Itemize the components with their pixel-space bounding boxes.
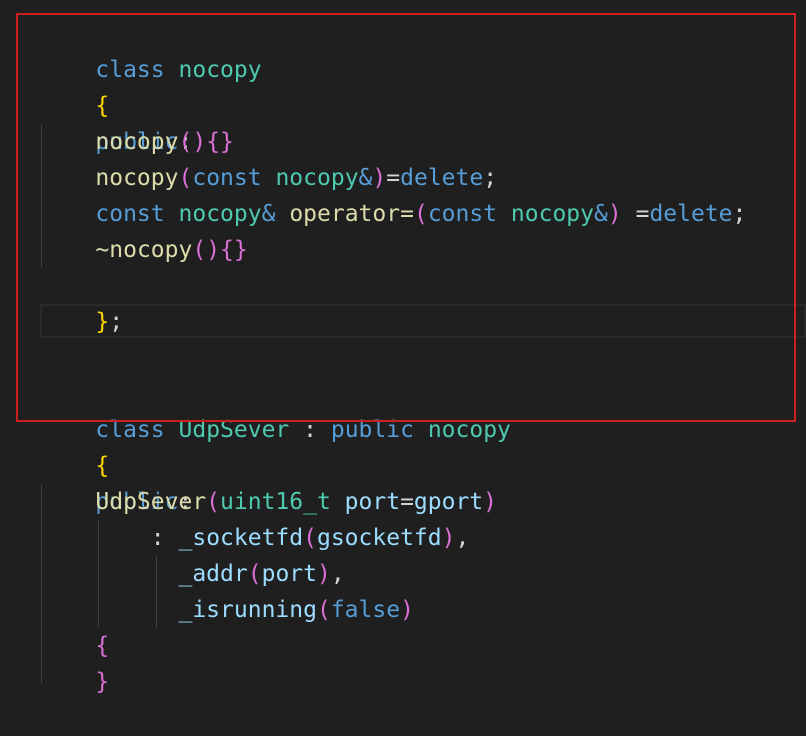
brace: }: [95, 669, 110, 695]
colon: :: [150, 525, 165, 551]
class-name: nocopy: [178, 57, 262, 83]
paren-close: ): [400, 597, 414, 623]
keyword-delete: delete: [400, 165, 484, 191]
code-line[interactable]: nocopy(){}: [40, 124, 234, 160]
braces: {}: [220, 237, 248, 263]
code-line[interactable]: const nocopy& operator=(const nocopy&) =…: [40, 196, 746, 232]
code-editor[interactable]: class nocopy { public: nocopy(){} nocopy…: [0, 0, 806, 695]
argument: false: [330, 597, 401, 623]
code-line[interactable]: UdpSever(uint16_t port=gport): [40, 484, 497, 520]
code-line[interactable]: {: [40, 628, 109, 664]
code-line[interactable]: public:: [40, 448, 192, 515]
paren-close: ): [441, 525, 456, 551]
assign: =: [621, 201, 650, 227]
member-name: _isrunning: [178, 597, 317, 623]
access-specifier: public: [330, 417, 414, 443]
comma: ,: [455, 525, 470, 551]
operator-keyword: operator: [289, 201, 401, 227]
parens: (): [178, 129, 207, 155]
assign: =: [386, 165, 401, 191]
paren-close: ): [483, 489, 498, 515]
code-line[interactable]: ~nocopy(){}: [40, 232, 248, 268]
code-line[interactable]: _addr(port),: [40, 556, 345, 592]
ampersand: &: [261, 201, 276, 227]
semicolon: ;: [483, 165, 498, 191]
destructor-name: nocopy: [109, 237, 193, 263]
assign: =: [400, 489, 414, 515]
current-line-highlight: [40, 304, 806, 338]
tilde: ~: [95, 237, 110, 263]
parens: (): [192, 237, 221, 263]
paren-close: ): [372, 165, 387, 191]
brace: {: [95, 633, 110, 659]
brace: }: [95, 309, 110, 335]
default-value: gport: [413, 489, 484, 515]
argument: gsocketfd: [316, 525, 442, 551]
colon: :: [303, 417, 317, 443]
code-line[interactable]: nocopy(const nocopy&)=delete;: [40, 160, 497, 196]
paren-open: (: [303, 525, 317, 551]
paren-open: (: [247, 561, 262, 587]
code-line[interactable]: {: [40, 52, 109, 119]
parameter-name: port: [344, 489, 401, 515]
constructor-name: UdpSever: [95, 489, 207, 515]
code-line[interactable]: {: [40, 412, 109, 479]
paren-open: (: [413, 201, 428, 227]
member-name: _addr: [178, 561, 248, 587]
semicolon: ;: [732, 201, 747, 227]
semicolon: ;: [109, 309, 124, 335]
ampersand: &: [358, 165, 373, 191]
keyword: const: [427, 201, 498, 227]
type-name: nocopy: [510, 201, 595, 227]
paren-close: ): [607, 201, 622, 227]
constructor-name: nocopy: [95, 165, 179, 191]
keyword: const: [192, 165, 262, 191]
code-line[interactable]: };: [40, 268, 123, 335]
comma: ,: [330, 561, 345, 587]
type-name: nocopy: [275, 165, 359, 191]
braces: {}: [206, 129, 234, 155]
paren-open: (: [316, 597, 331, 623]
code-line[interactable]: public:: [40, 88, 192, 155]
code-line[interactable]: }: [40, 664, 109, 700]
paren-close: ): [316, 561, 331, 587]
code-line[interactable]: : _socketfd(gsocketfd),: [40, 520, 470, 556]
keyword-delete: delete: [649, 201, 733, 227]
class-name: UdpSever: [178, 417, 290, 443]
type-name: uint16_t: [220, 489, 331, 515]
operator-symbol: =: [400, 201, 414, 227]
paren-open: (: [178, 165, 193, 191]
base-class-name: nocopy: [427, 417, 511, 443]
code-line[interactable]: class UdpSever : public nocopy: [40, 376, 511, 443]
code-line[interactable]: _isrunning(false): [40, 592, 414, 628]
paren-open: (: [206, 489, 221, 515]
argument: port: [261, 561, 317, 587]
code-line[interactable]: class nocopy: [40, 16, 261, 83]
constructor-name: nocopy: [95, 129, 179, 155]
type-name: nocopy: [178, 201, 262, 227]
member-name: _socketfd: [178, 525, 304, 551]
keyword: const: [95, 201, 165, 227]
ampersand: &: [594, 201, 608, 227]
